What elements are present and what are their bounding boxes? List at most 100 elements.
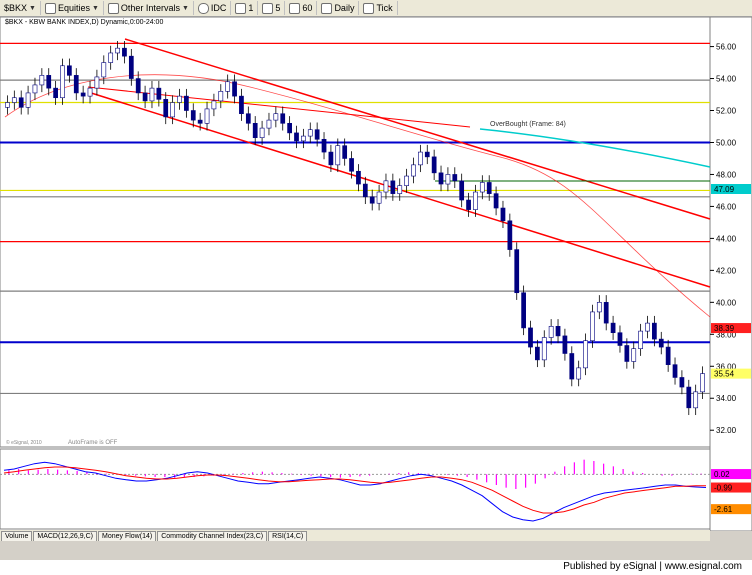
macd-pane [0,448,711,530]
candle-body [239,95,244,115]
candle-body [80,92,86,97]
candle-body [170,102,175,118]
candle-body [225,81,231,92]
candle-body [122,47,127,57]
candle-body [135,78,141,94]
overbought-annotation: OverBought (Frame: 84) [490,121,566,128]
interval-icon [235,2,247,14]
candle-body [177,95,182,103]
candle-body [576,367,582,380]
equities-label: Equities [57,3,90,13]
candle-body [67,65,72,76]
interval-60-button[interactable]: 60 [285,1,318,15]
interval-5-label: 5 [275,3,281,13]
candle-body [218,91,224,102]
candle-body [369,196,375,204]
chart-area[interactable]: 56.00 54.00 52.00 50.00 48.00 46.00 44.00 42.00… [0,16,752,553]
candle-body [431,156,437,174]
candle-body [156,87,162,100]
candle-body [686,386,692,409]
candle-body [18,97,24,108]
candle-body [32,84,38,94]
candle-body [335,145,341,166]
y-tick-label: 34.00 [716,394,737,403]
candle-body [603,302,609,324]
equities-icon [44,2,56,14]
publisher-text: Published by eSignal | www.esignal.com [563,561,742,572]
idc-button[interactable]: IDC [194,1,232,15]
candle-body [39,75,45,86]
candle-body [53,87,58,99]
daily-label: Daily [334,3,355,13]
candle-body [652,322,657,340]
symbol-box[interactable]: $BKX ▼ [0,1,41,15]
candle-body [452,174,458,182]
tab-macd[interactable]: MACD(12,26,9,C) [33,530,97,541]
footer: Published by eSignal | www.esignal.com [0,560,752,575]
candle-body [273,113,279,121]
candle-body [438,172,444,185]
candle-body [149,87,155,102]
interval-1-button[interactable]: 1 [231,1,259,15]
candle-body [424,151,430,158]
candle-body [294,132,299,142]
tab-rsi[interactable]: RSI(14,C) [268,530,308,541]
candle-body [397,185,403,194]
candle-body [617,332,623,346]
candle-body [390,180,396,194]
candle-body [259,127,265,138]
candle-body [404,175,409,186]
candle-body [583,340,588,369]
autoframe-note: AutoFrame is OFF [68,440,118,446]
candle-body [190,110,196,121]
candle-body [507,220,513,250]
candle-body [328,151,334,166]
candle-body [184,95,189,111]
interval-5-button[interactable]: 5 [258,1,286,15]
daily-button[interactable]: Daily [317,1,360,15]
price-tag-label: 35.54 [714,370,735,379]
other-intervals-button[interactable]: Other Intervals ▼ [104,1,194,15]
chevron-down-icon: ▼ [181,4,189,12]
candle-body [624,345,630,362]
price-tag-label: 38.39 [714,324,735,333]
tab-volume[interactable]: Volume [1,530,33,541]
candle-body [5,102,10,108]
candle-body [541,337,547,361]
y-tick-label: 56.00 [716,43,737,52]
price-chart[interactable]: 56.00 54.00 52.00 50.00 48.00 46.00 44.00 42.00… [0,16,752,553]
candle-body [307,129,313,137]
equities-button[interactable]: Equities ▼ [41,1,104,15]
candle-body [383,180,389,193]
tab-money-flow[interactable]: Money Flow(14) [98,530,157,541]
tab-cci[interactable]: Commodity Channel Index(23,C) [157,530,268,541]
candle-body [514,249,520,294]
candle-body [535,346,540,361]
candle-body [301,135,306,142]
candle-body [94,76,100,89]
interval-icon [262,2,274,14]
daily-icon [321,2,333,14]
candle-body [163,99,169,118]
macd-tag-label: 0.02 [714,470,730,479]
candle-body [658,338,664,348]
candle-body [87,87,93,97]
candle-body [11,97,17,103]
y-tick-label: 44.00 [716,234,737,243]
candle-body [569,353,575,380]
intervals-icon [107,2,119,14]
y-tick-label: 54.00 [716,75,737,84]
candle-body [411,164,416,177]
macd-tag-label: -0.99 [714,484,733,493]
tick-button[interactable]: Tick [359,1,398,15]
interval-1-label: 1 [248,3,254,13]
candle-body [232,81,237,97]
candle-body [610,322,616,334]
copyright-note: © eSignal, 2010 [6,439,42,446]
candle-body [204,108,210,124]
idc-icon [197,2,209,14]
chevron-down-icon[interactable]: ▼ [29,5,36,12]
candle-body [266,119,272,129]
candle-body [349,158,354,172]
candle-body [445,174,451,185]
